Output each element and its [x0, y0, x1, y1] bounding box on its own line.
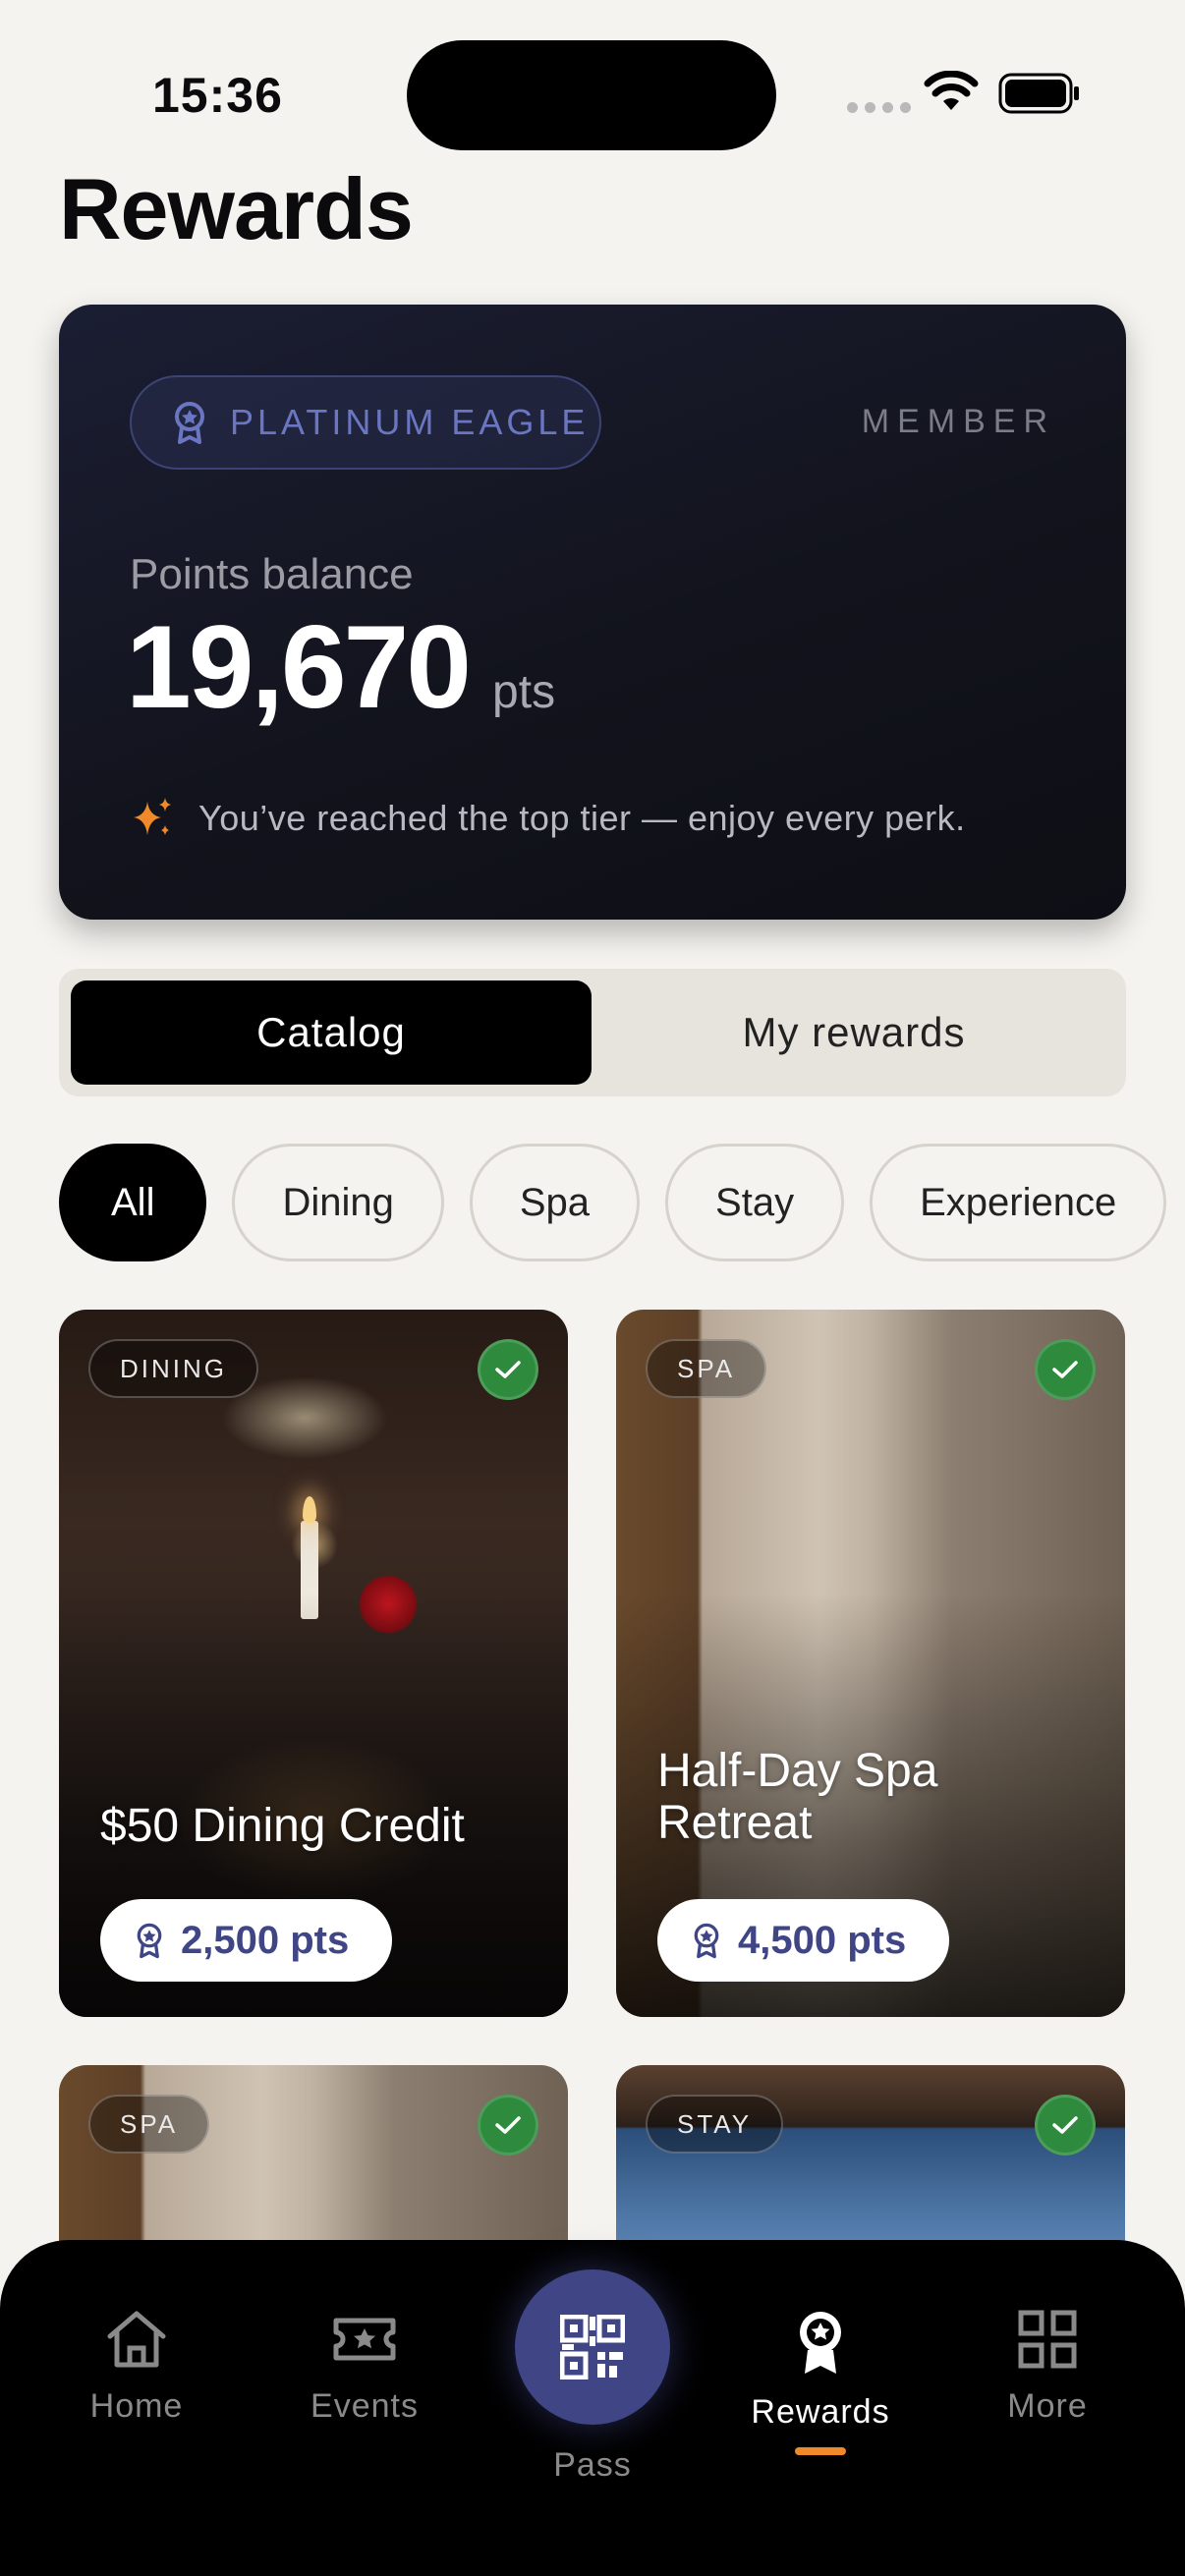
nav-home-label: Home: [89, 2387, 184, 2425]
ticket-icon: [333, 2318, 396, 2361]
category-tag: DINING: [88, 1339, 258, 1398]
points-caption: Points balance: [130, 550, 414, 598]
tab-catalog[interactable]: Catalog: [71, 980, 592, 1085]
nav-events-label: Events: [310, 2387, 419, 2425]
filter-chip-dining[interactable]: Dining: [232, 1144, 444, 1261]
points-unit: pts: [492, 666, 556, 718]
nav-pass-label: Pass: [553, 2446, 632, 2484]
reward-title: $50 Dining Credit: [100, 1800, 465, 1852]
price-pill[interactable]: 2,500 pts: [100, 1899, 393, 1982]
qr-code-icon: [560, 2315, 625, 2380]
unlocked-check-icon: [1035, 1339, 1096, 1400]
pass-qr-button[interactable]: [515, 2269, 670, 2425]
status-time: 15:36: [152, 68, 283, 123]
award-icon: [694, 1923, 719, 1959]
unlocked-check-icon: [478, 1339, 538, 1400]
nav-rewards-label: Rewards: [751, 2393, 890, 2431]
nav-events[interactable]: Events: [276, 2309, 453, 2426]
member-label: MEMBER: [861, 403, 1055, 440]
price-value: 4,500 pts: [738, 1918, 907, 1962]
category-tag: STAY: [646, 2095, 784, 2154]
points-value: 19,670: [126, 601, 472, 733]
category-filters: All Dining Spa Stay Experience: [59, 1144, 1167, 1261]
page-title: Rewards: [59, 160, 414, 257]
tier-message-text: You’ve reached the top tier — enjoy ever…: [198, 798, 966, 838]
filter-chip-experience[interactable]: Experience: [870, 1144, 1167, 1261]
filter-chip-stay[interactable]: Stay: [665, 1144, 845, 1261]
nav-more[interactable]: More: [959, 2309, 1136, 2426]
tab-my-rewards[interactable]: My rewards: [593, 980, 1114, 1085]
unlocked-check-icon: [478, 2095, 538, 2156]
cellular-signal-icon: [847, 102, 911, 113]
tier-badge: PLATINUM EAGLE: [130, 375, 601, 470]
sparkle-icon: [134, 798, 171, 835]
tier-card: PLATINUM EAGLE MEMBER Points balance 19,…: [59, 305, 1126, 920]
category-tag: SPA: [646, 1339, 767, 1398]
category-tag: SPA: [88, 2095, 210, 2154]
home-icon: [107, 2311, 166, 2368]
active-tab-indicator: [795, 2447, 846, 2455]
nav-rewards[interactable]: Rewards: [732, 2309, 909, 2455]
nav-more-label: More: [1007, 2387, 1088, 2425]
reward-card-spa-retreat[interactable]: SPA Half-Day Spa Retreat 4,500 pts: [616, 1310, 1125, 2017]
award-icon: [137, 1923, 162, 1959]
rewards-tab-switcher: Catalog My rewards: [59, 969, 1126, 1096]
battery-icon: [998, 73, 1079, 114]
tier-name: PLATINUM EAGLE: [230, 402, 590, 442]
wifi-icon: [924, 71, 979, 110]
unlocked-check-icon: [1035, 2095, 1096, 2156]
grid-icon: [1018, 2310, 1077, 2369]
filter-chip-all[interactable]: All: [59, 1144, 207, 1261]
price-pill[interactable]: 4,500 pts: [657, 1899, 950, 1982]
bottom-navigation: Home Events Pass Rewards More: [0, 2240, 1185, 2576]
points-balance: 19,670 pts: [126, 599, 555, 735]
nav-home[interactable]: Home: [48, 2309, 225, 2426]
reward-card-dining-credit[interactable]: DINING $50 Dining Credit 2,500 pts: [59, 1310, 568, 2017]
filter-chip-spa[interactable]: Spa: [469, 1144, 641, 1261]
award-icon: [800, 2312, 841, 2374]
dynamic-island: [407, 40, 776, 150]
tier-message: You’ve reached the top tier — enjoy ever…: [130, 796, 966, 841]
award-icon: [175, 402, 204, 444]
reward-title: Half-Day Spa Retreat: [657, 1745, 938, 1849]
price-value: 2,500 pts: [181, 1918, 350, 1962]
